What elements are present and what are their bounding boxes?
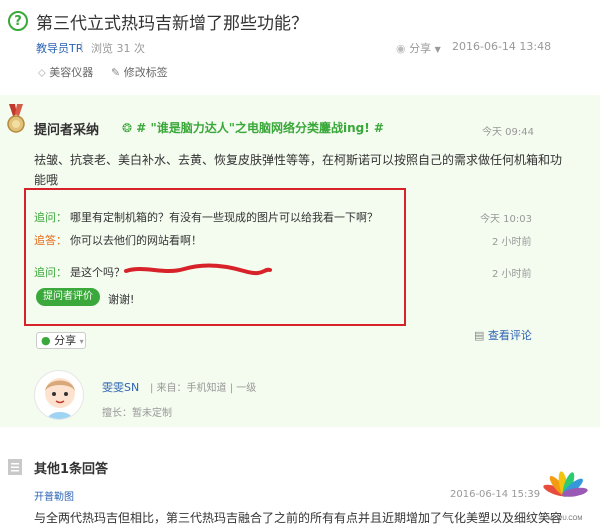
share-dropdown[interactable]: ◉ 分享 ▼ — [396, 40, 441, 56]
other-answers-title: 其他1条回答 — [34, 462, 109, 477]
share-icon: ◉ — [396, 42, 406, 55]
share-button[interactable]: ● 分享 ▾ — [36, 332, 86, 349]
watermark-text: MEIPU.COM — [548, 516, 583, 522]
answerer-source: | 来自：手机知道 | 一级 — [150, 383, 257, 394]
comment-icon: ▤ — [474, 329, 485, 342]
followup-time: 2 小时前 — [492, 269, 532, 280]
chevron-down-icon: ▼ — [434, 45, 441, 54]
redacted-link-scribble — [124, 263, 272, 276]
followup-ask-label: 追问： — [34, 211, 67, 224]
accepted-label: 提问者采纳 — [34, 123, 100, 138]
edit-tags-button[interactable]: ✎ 修改标签 — [111, 64, 168, 80]
followup-ask-text: 是这个吗？ — [70, 266, 125, 279]
question-date: 2016-06-14 13:48 — [452, 40, 552, 53]
tag-icon: ⬦ — [38, 66, 46, 79]
activity-text: # "谁是脑力达人"之电脑网络分类鏖战ing! # — [136, 121, 384, 135]
pencil-icon: ✎ — [111, 66, 121, 79]
answer-body: 祛皱、抗衰老、美白补水、去黄、恢复皮肤弹性等等，在柯斯诺可以按照自己的需求做任何… — [34, 153, 563, 187]
question-author[interactable]: 教导员TR — [36, 40, 83, 56]
view-count: 浏览 31 次 — [91, 42, 145, 55]
meta-separator: | — [80, 40, 84, 53]
followup-ask-text: 哪里有定制机箱的？有没有一些现成的图片可以给我看一下啊？ — [70, 211, 378, 224]
answer-time: 今天 09:44 — [482, 127, 534, 138]
medal-icon — [7, 104, 25, 133]
followup-reply-text: 你可以去他们的网站看啊！ — [70, 234, 202, 247]
activity-link[interactable]: ❂ # "谁是脑力达人"之电脑网络分类鏖战ing! # — [122, 119, 384, 136]
other-answer-author[interactable]: 开普勒图 — [34, 488, 74, 503]
followup-reply-label: 追答： — [34, 234, 67, 247]
share-button-label: 分享 — [54, 334, 77, 347]
followup-time: 今天 10:03 — [480, 214, 532, 225]
followup-time: 2 小时前 — [492, 237, 532, 248]
asker-thanks-text: 谢谢! — [108, 293, 135, 306]
answerer-name[interactable]: 雯雯SN — [102, 379, 139, 395]
other-answer-body: 与全两代热玛吉但相比，第三代热玛吉融合了之前的所有有点并且近期增加了气化美塑以及… — [34, 511, 563, 525]
question-icon: ? — [8, 11, 28, 31]
tag-item[interactable]: ⬦ 美容仪器 — [38, 64, 93, 80]
view-comments-link[interactable]: ▤ 查看评论 — [474, 327, 532, 343]
question-title: 第三代立式热玛吉新增了那些功能？ — [36, 14, 308, 34]
tag-label: 美容仪器 — [49, 66, 94, 79]
activity-icon: ❂ — [122, 121, 137, 135]
answerer-skill: 擅长：暂未定制 — [102, 408, 172, 419]
other-answer-date: 2016-06-14 15:39 — [450, 489, 541, 500]
chevron-down-icon: ▾ — [79, 337, 84, 346]
share-label: 分享 — [409, 42, 432, 55]
asker-evaluate-button[interactable]: 提问者评价 — [36, 288, 100, 306]
watermark-logo: MEIPU.COM — [543, 471, 588, 522]
followup-ask-label: 追问： — [34, 266, 67, 279]
avatar[interactable] — [34, 370, 84, 420]
edit-tags-label: 修改标签 — [123, 66, 168, 79]
wechat-icon: ● — [41, 334, 51, 347]
list-icon — [8, 459, 22, 475]
view-comments-label: 查看评论 — [487, 329, 532, 342]
